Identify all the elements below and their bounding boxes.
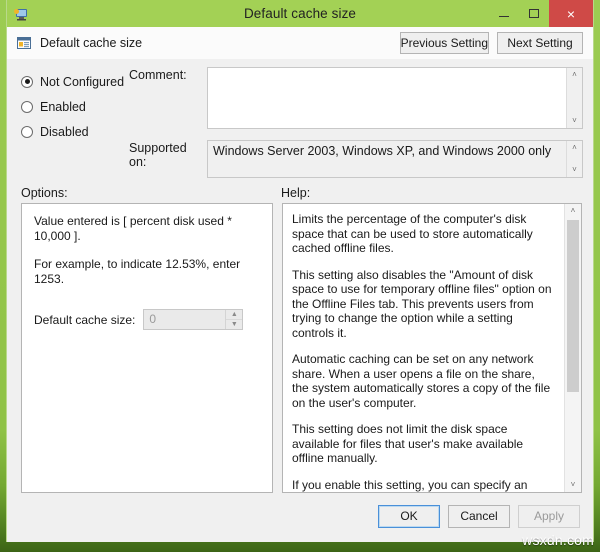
navigation-buttons: Previous Setting Next Setting (399, 32, 583, 54)
policy-state-radio-group: Not Configured Enabled Disabled (21, 67, 129, 178)
radio-not-configured[interactable]: Not Configured (21, 69, 129, 94)
scroll-up-icon[interactable]: ˄ (572, 68, 577, 82)
radio-label: Enabled (40, 99, 86, 114)
supported-on-row: Supported on: Windows Server 2003, Windo… (129, 140, 583, 178)
maximize-icon[interactable] (519, 0, 549, 27)
radio-label: Not Configured (40, 74, 125, 89)
dialog-footer: OK Cancel Apply (7, 493, 593, 528)
panel-labels: Options: Help: (7, 178, 593, 203)
radio-label: Disabled (40, 124, 89, 139)
radio-disabled[interactable]: Disabled (21, 119, 129, 144)
watermark: wsxdn.com (522, 532, 594, 548)
scrollbar-thumb[interactable] (567, 220, 579, 392)
scroll-down-icon[interactable]: ˅ (571, 478, 576, 492)
options-label: Options: (21, 186, 68, 200)
help-text: Limits the percentage of the computer's … (283, 204, 564, 492)
scroll-up-icon[interactable]: ˄ (571, 204, 576, 218)
options-pane: Value entered is [ percent disk used * 1… (21, 203, 273, 493)
previous-setting-button[interactable]: Previous Setting (399, 32, 489, 54)
help-paragraph: This setting also disables the "Amount o… (292, 267, 552, 340)
apply-button: Apply (518, 505, 580, 528)
close-icon[interactable]: × (549, 0, 593, 27)
policy-computer-icon (13, 6, 29, 22)
supported-on-value: Windows Server 2003, Windows XP, and Win… (213, 144, 552, 158)
default-cache-size-row: Default cache size: 0 ▲ ▼ (34, 309, 260, 330)
stepper-up-icon[interactable]: ▲ (226, 310, 243, 320)
next-setting-button[interactable]: Next Setting (497, 32, 583, 54)
help-paragraph: Automatic caching can be set on any netw… (292, 352, 551, 410)
scroll-down-icon[interactable]: ˅ (572, 114, 577, 128)
scroll-down-icon[interactable]: ˅ (572, 163, 577, 177)
help-scrollbar[interactable]: ˄ ˅ (564, 204, 581, 492)
default-cache-size-value[interactable]: 0 (144, 310, 225, 329)
policy-setting-icon (16, 35, 32, 51)
comment-row: Comment: ˄ ˅ (129, 67, 583, 129)
help-paragraph: If you enable this setting, you can spec… (292, 477, 528, 492)
radio-indicator (21, 75, 33, 88)
group-policy-setting-dialog: Default cache size × Default cache size … (6, 0, 594, 542)
setting-title: Default cache size (40, 36, 143, 50)
radio-indicator (21, 100, 33, 113)
panes-container: Value entered is [ percent disk used * 1… (7, 203, 593, 493)
comment-and-supported-fields: Comment: ˄ ˅ Supported on: Windows Serve… (129, 67, 583, 178)
supported-on-scrollbar[interactable]: ˄ ˅ (566, 141, 582, 177)
stepper-buttons: ▲ ▼ (225, 310, 243, 329)
ok-button[interactable]: OK (378, 505, 440, 528)
supported-on-label: Supported on: (129, 141, 187, 169)
field-spacer (129, 129, 583, 140)
options-line-2: For example, to indicate 12.53%, enter 1… (34, 257, 241, 286)
setting-header: Default cache size Previous Setting Next… (7, 27, 593, 59)
title-bar[interactable]: Default cache size × (7, 0, 593, 27)
radio-enabled[interactable]: Enabled (21, 94, 129, 119)
state-and-comment-block: Not Configured Enabled Disabled Comment: (7, 59, 593, 178)
default-cache-size-stepper[interactable]: 0 ▲ ▼ (143, 309, 244, 330)
scroll-up-icon[interactable]: ˄ (572, 141, 577, 155)
comment-textarea[interactable]: ˄ ˅ (207, 67, 583, 129)
default-cache-size-label: Default cache size: (34, 312, 136, 327)
comment-label: Comment: (129, 68, 187, 82)
dialog-body: Not Configured Enabled Disabled Comment: (7, 59, 593, 528)
help-paragraph: Limits the percentage of the computer's … (292, 212, 533, 255)
help-pane: Limits the percentage of the computer's … (282, 203, 582, 493)
radio-indicator (21, 125, 33, 138)
help-paragraph: This setting does not limit the disk spa… (292, 422, 524, 465)
options-line-1: Value entered is [ percent disk used * 1… (34, 214, 232, 243)
comment-value (208, 68, 566, 128)
caption-buttons: × (489, 0, 593, 27)
cancel-button[interactable]: Cancel (448, 505, 510, 528)
supported-on-textbox[interactable]: Windows Server 2003, Windows XP, and Win… (207, 140, 583, 178)
minimize-icon[interactable] (489, 0, 519, 27)
help-label: Help: (281, 186, 311, 200)
stepper-down-icon[interactable]: ▼ (226, 320, 243, 329)
comment-scrollbar[interactable]: ˄ ˅ (566, 68, 582, 128)
